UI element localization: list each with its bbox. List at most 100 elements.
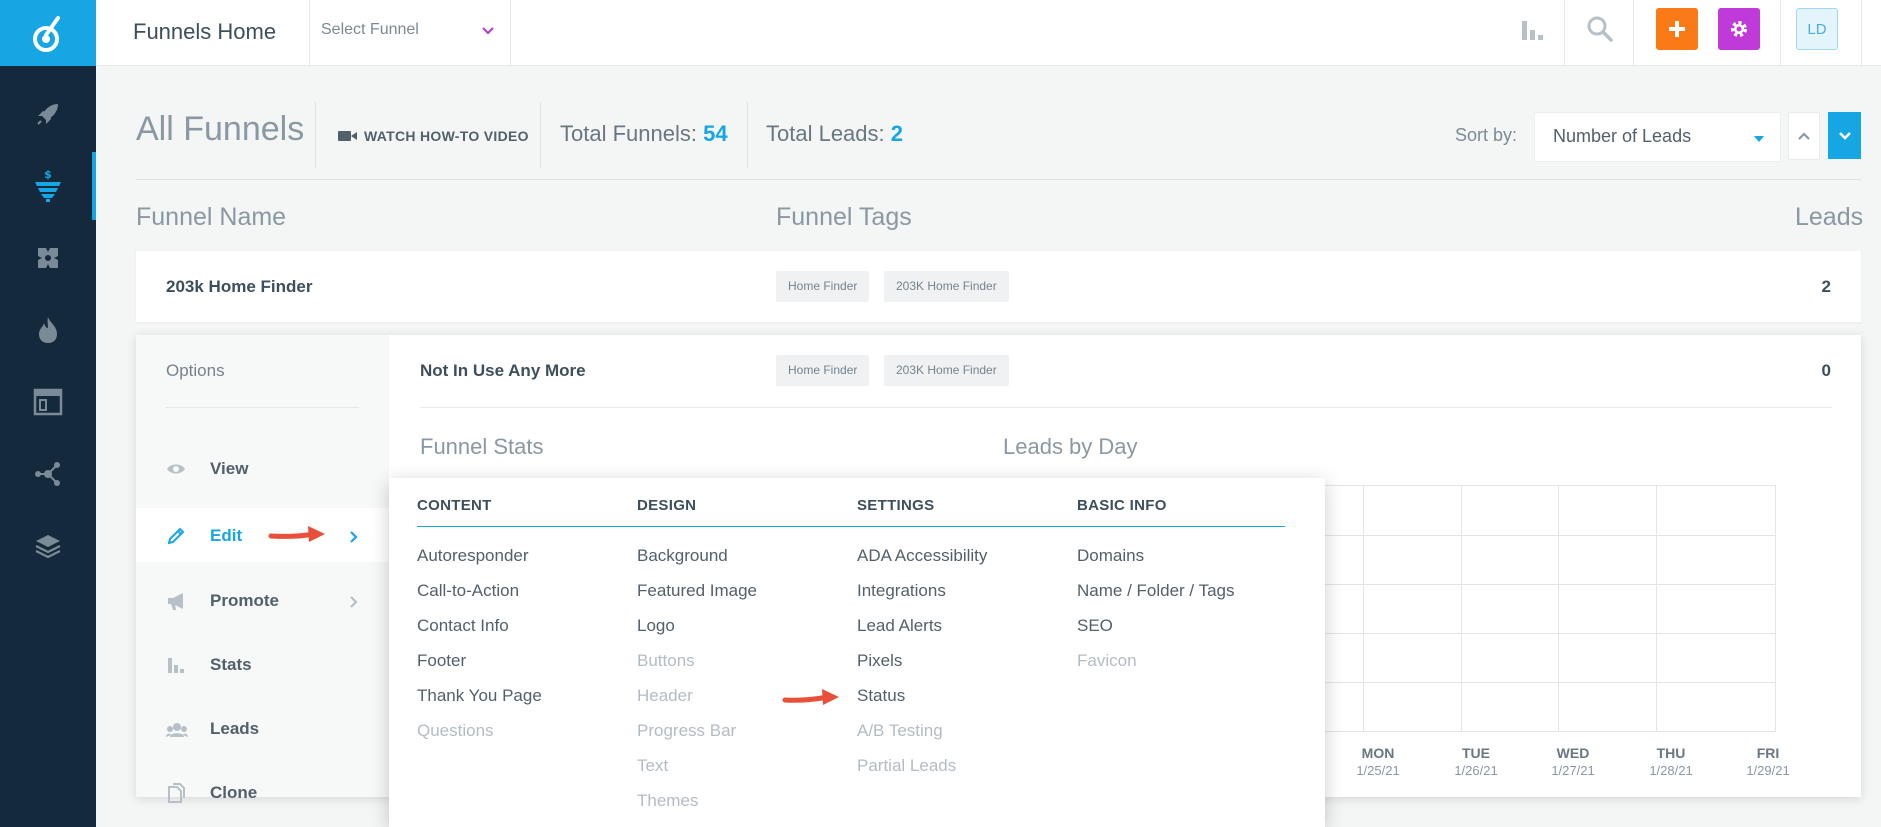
- menu-item-progress-bar: Progress Bar: [637, 721, 737, 740]
- annotation-arrow-icon: [782, 689, 839, 705]
- funnel-stats-title: Funnel Stats: [420, 434, 544, 459]
- menu-item-logo[interactable]: Logo: [637, 616, 675, 636]
- users-icon: [166, 723, 188, 737]
- menu-item-pixels[interactable]: Pixels: [857, 651, 902, 671]
- funnel-tag: 203K Home Finder: [884, 271, 1009, 302]
- sidebar-item-funnels[interactable]: $: [0, 150, 96, 222]
- menu-item-contact-info[interactable]: Contact Info: [417, 616, 509, 636]
- menu-item-featured-image[interactable]: Featured Image: [637, 581, 757, 601]
- menu-item-seo[interactable]: SEO: [1077, 616, 1113, 636]
- grid-line: [1656, 486, 1657, 731]
- day-label: MON: [1361, 745, 1395, 761]
- sidebar-item-layers[interactable]: [0, 510, 96, 582]
- page-title: Funnels Home: [133, 19, 277, 44]
- sidebar-item-integrations[interactable]: [0, 222, 96, 294]
- search-icon[interactable]: [1586, 15, 1614, 43]
- menu-item-call-to-action[interactable]: Call-to-Action: [417, 581, 519, 601]
- column-header-name: Funnel Name: [136, 203, 287, 231]
- menu-item-footer[interactable]: Footer: [417, 651, 466, 671]
- layers-icon: [35, 535, 61, 559]
- grid-line: [1283, 682, 1775, 683]
- option-label: Promote: [210, 591, 279, 610]
- menu-item-status[interactable]: Status: [857, 686, 905, 706]
- total-leads-label: Total Leads:: [766, 121, 885, 146]
- funnel-tag: Home Finder: [776, 271, 870, 302]
- puzzle-icon: [38, 248, 58, 268]
- grid-line: [1558, 486, 1559, 731]
- gear-icon: [1731, 21, 1747, 37]
- option-edit[interactable]: Edit: [136, 508, 398, 562]
- sidebar-item-network[interactable]: [0, 438, 96, 510]
- menu-item-favicon: Favicon: [1077, 651, 1137, 670]
- chevron-right-icon: [350, 596, 358, 608]
- total-leads-value: 2: [890, 121, 904, 146]
- option-leads[interactable]: Leads: [136, 701, 389, 757]
- sort-ascending-button[interactable]: [1788, 112, 1820, 160]
- divider: [417, 526, 1285, 527]
- menu-item-name-folder-tags[interactable]: Name / Folder / Tags: [1077, 581, 1234, 601]
- divider: [747, 102, 748, 168]
- menu-item-integrations[interactable]: Integrations: [857, 581, 946, 601]
- funnel-tag: Home Finder: [776, 355, 870, 386]
- browser-icon: [33, 388, 63, 416]
- menu-item-thank-you-page[interactable]: Thank You Page: [417, 686, 542, 706]
- funnel-tag: 203K Home Finder: [884, 355, 1009, 386]
- menu-item-ada-accessibility[interactable]: ADA Accessibility: [857, 546, 987, 566]
- menu-item-background[interactable]: Background: [637, 546, 728, 566]
- sort-descending-button[interactable]: [1828, 112, 1861, 159]
- funnel-leads-count: 2: [1821, 277, 1831, 296]
- copy-icon: [168, 783, 185, 803]
- menu-item-autoresponder[interactable]: Autoresponder: [417, 546, 529, 566]
- chevron-down-icon: [1838, 131, 1851, 140]
- day-label: FRI: [1756, 745, 1780, 761]
- sidebar-item-hot[interactable]: [0, 294, 96, 366]
- table-row[interactable]: 203k Home Finder Home Finder 203K Home F…: [136, 251, 1861, 322]
- funnel-name[interactable]: Not In Use Any More: [420, 361, 586, 381]
- option-label: Edit: [210, 526, 243, 545]
- date-label: 1/27/21: [1551, 763, 1595, 778]
- svg-text:$: $: [44, 169, 52, 181]
- date-label: 1/25/21: [1356, 763, 1400, 778]
- menu-item-lead-alerts[interactable]: Lead Alerts: [857, 616, 942, 636]
- flame-icon: [39, 317, 57, 343]
- menu-item-domains[interactable]: Domains: [1077, 546, 1144, 566]
- options-title: Options: [166, 361, 225, 380]
- grid-line: [1461, 486, 1462, 731]
- add-button[interactable]: [1656, 8, 1698, 50]
- grid-line: [1363, 486, 1364, 731]
- chevron-up-icon: [1798, 132, 1810, 140]
- watch-video-label: WATCH HOW-TO VIDEO: [364, 128, 529, 144]
- caret-down-icon: [1754, 136, 1764, 142]
- date-label: 1/26/21: [1454, 763, 1498, 778]
- menu-heading-content: CONTENT: [417, 497, 492, 514]
- sidebar-item-rocket[interactable]: [0, 78, 96, 150]
- sort-value: Number of Leads: [1553, 126, 1692, 146]
- funnel-leads-count: 0: [1821, 361, 1831, 380]
- watch-video-link[interactable]: WATCH HOW-TO VIDEO: [338, 128, 529, 144]
- sort-select[interactable]: Number of Leads: [1534, 112, 1781, 162]
- bar-chart-icon[interactable]: [1519, 17, 1545, 43]
- app-logo[interactable]: [0, 0, 96, 66]
- option-view[interactable]: View: [136, 441, 389, 497]
- megaphone-icon: [168, 593, 183, 610]
- menu-item-partial-leads: Partial Leads: [857, 756, 957, 775]
- divider: [1780, 0, 1781, 66]
- rocket-icon: [37, 104, 58, 125]
- menu-heading-settings: SETTINGS: [857, 497, 935, 514]
- settings-button[interactable]: [1718, 8, 1760, 50]
- sidebar-item-pages[interactable]: [0, 366, 96, 438]
- select-funnel-dropdown[interactable]: Select Funnel: [321, 21, 419, 39]
- menu-heading-design: DESIGN: [637, 497, 697, 514]
- chevron-right-icon: [350, 531, 358, 543]
- date-label: 1/28/21: [1649, 763, 1693, 778]
- bar-chart-icon: [168, 658, 184, 673]
- option-promote[interactable]: Promote: [136, 573, 389, 629]
- funnel-name[interactable]: 203k Home Finder: [166, 277, 312, 297]
- option-clone[interactable]: Clone: [136, 765, 389, 803]
- total-leads: Total Leads: 2: [766, 121, 903, 147]
- option-stats[interactable]: Stats: [136, 637, 389, 693]
- chevron-down-icon[interactable]: [481, 24, 495, 38]
- menu-item-themes: Themes: [637, 791, 699, 810]
- menu-item-header: Header: [637, 686, 693, 705]
- user-avatar[interactable]: LD: [1796, 8, 1838, 50]
